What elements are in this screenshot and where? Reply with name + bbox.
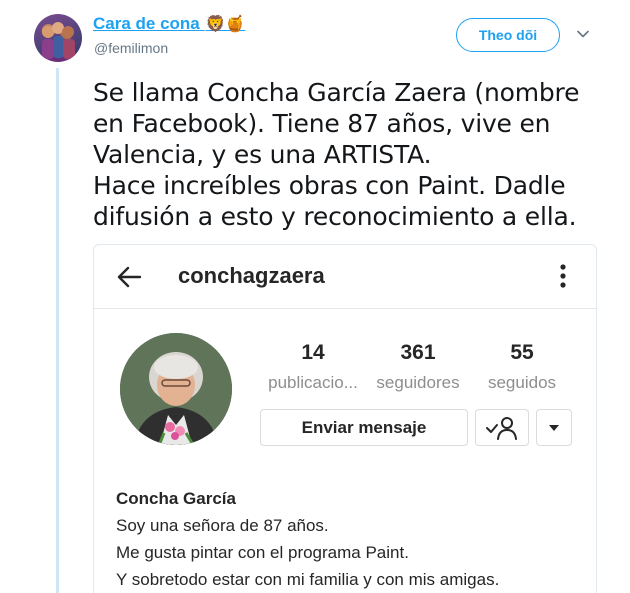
tweet-media-image[interactable]: conchagzaera 14 publicacio... 361 seguid… <box>93 244 597 593</box>
stat-following[interactable]: 55 seguidos <box>478 341 566 393</box>
tweet-text: Se llama Concha García Zaera (nombre en … <box>93 77 613 232</box>
following-label: seguidos <box>487 373 557 392</box>
user-name-text[interactable]: Cara de cona <box>93 14 200 33</box>
following-check-icon <box>486 416 517 440</box>
chevron-down-icon[interactable] <box>577 28 589 40</box>
dropdown-triangle-icon <box>549 424 559 431</box>
tweet-text-line: en Facebook). Tiene 87 años, vive en <box>93 109 551 138</box>
following-status-button[interactable] <box>475 409 529 446</box>
posts-count: 14 <box>301 341 325 364</box>
user-name-emoji: 🦁🍯 <box>205 16 246 33</box>
stat-posts[interactable]: 14 publicacio... <box>258 341 368 393</box>
avatar-illustration <box>42 22 75 59</box>
following-count: 55 <box>510 341 534 364</box>
tweet-text-line: Se llama Concha García Zaera (nombre <box>93 78 580 107</box>
bio-line: Me gusta pintar con el programa Paint. <box>116 543 409 562</box>
user-handle[interactable]: @femilimon <box>94 40 168 56</box>
more-options-dropdown[interactable] <box>536 409 572 446</box>
back-arrow-icon[interactable] <box>116 264 142 290</box>
followers-count: 361 <box>400 341 436 364</box>
profile-bio: Concha García Soy una señora de 87 años.… <box>116 485 586 593</box>
send-message-button[interactable]: Enviar mensaje <box>260 409 468 446</box>
tweet-text-line: difusión a esto y reconocimiento a ella. <box>93 202 577 231</box>
instagram-username: conchagzaera <box>178 263 325 288</box>
thread-connector-line <box>56 68 59 593</box>
bio-name: Concha García <box>116 489 236 508</box>
user-display-name[interactable]: Cara de cona 🦁🍯 <box>93 14 245 34</box>
posts-label: publicacio... <box>268 373 358 392</box>
profile-photo-illustration <box>120 333 232 445</box>
tweet-text-line: Hace increíbles obras con Paint. Dadle <box>93 171 566 200</box>
stat-followers[interactable]: 361 seguidores <box>366 341 470 393</box>
follow-button[interactable]: Theo dõi <box>456 18 560 52</box>
tweet-text-line: Valencia, y es una ARTISTA. <box>93 140 432 169</box>
more-vertical-icon[interactable] <box>560 263 566 289</box>
user-avatar[interactable] <box>34 14 82 62</box>
bio-line: Y sobretodo estar con mi familia y con m… <box>116 570 500 589</box>
instagram-top-bar: conchagzaera <box>94 245 596 309</box>
profile-picture[interactable] <box>120 333 232 445</box>
followers-label: seguidores <box>376 373 460 392</box>
bio-line: Soy una señora de 87 años. <box>116 516 329 535</box>
